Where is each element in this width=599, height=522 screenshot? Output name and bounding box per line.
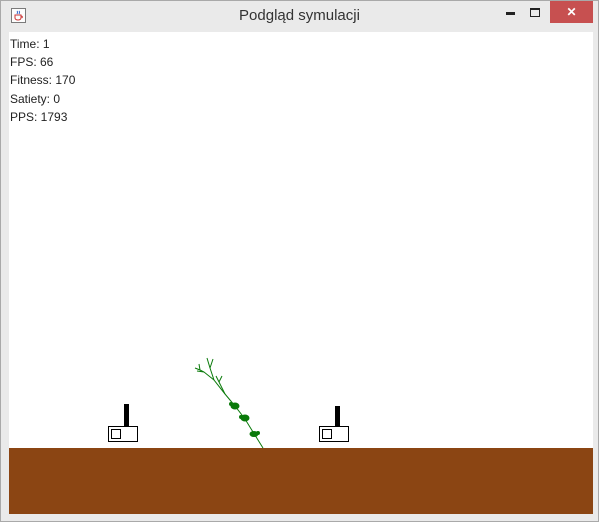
app-window: Podgląd symulacji ✕ Time: 1 FPS: 66 Fitn… bbox=[0, 0, 599, 522]
close-icon: ✕ bbox=[566, 5, 577, 19]
creature-right bbox=[319, 406, 349, 442]
minimize-icon bbox=[505, 11, 515, 15]
creature-left bbox=[108, 404, 138, 442]
maximize-button[interactable] bbox=[521, 1, 549, 23]
simulation-canvas[interactable]: Time: 1 FPS: 66 Fitness: 170 Satiety: 0 … bbox=[9, 32, 593, 514]
maximize-icon bbox=[530, 7, 540, 17]
green-plant bbox=[194, 357, 264, 449]
scene-layer bbox=[108, 357, 349, 449]
close-button[interactable]: ✕ bbox=[550, 1, 593, 23]
title-bar[interactable]: Podgląd symulacji ✕ bbox=[1, 1, 598, 31]
